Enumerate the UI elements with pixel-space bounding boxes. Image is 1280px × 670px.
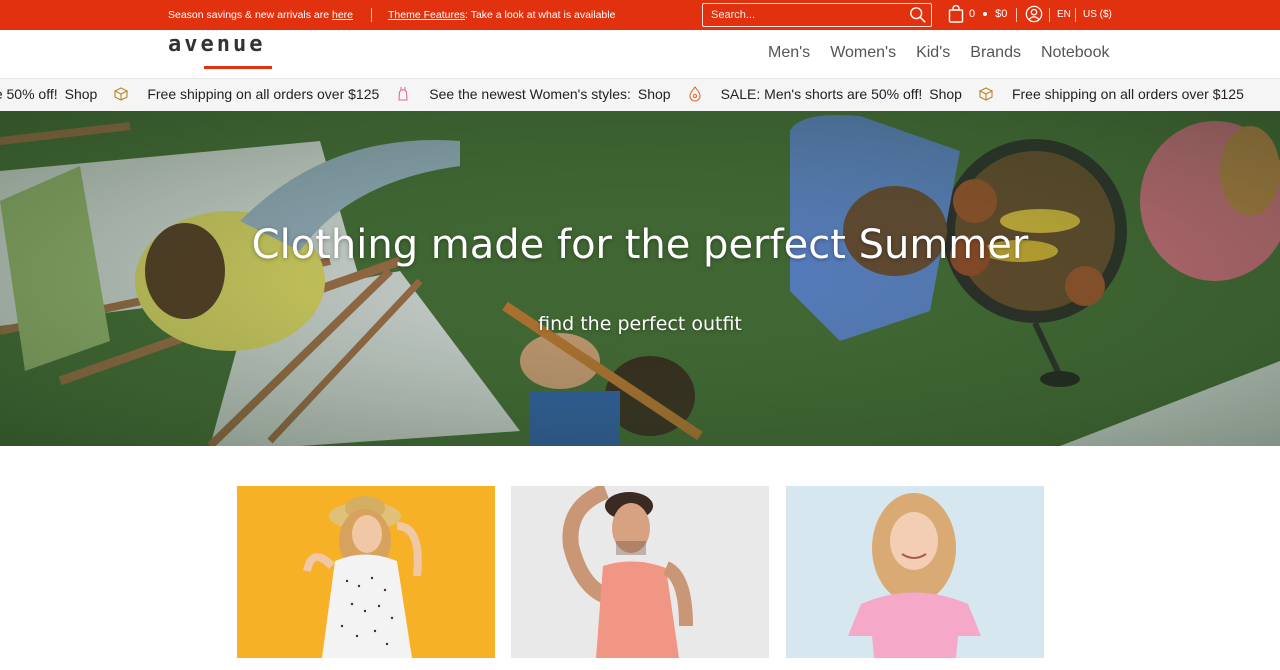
hero-banner[interactable]: Clothing made for the perfect Summer fin… [0, 111, 1280, 446]
tag-icon [689, 86, 701, 102]
cart-count: 0 [969, 8, 976, 20]
site-header: avenue Men's Women's Kid's Brands Notebo… [0, 30, 1280, 78]
ticker-text: SALE: Men's shorts are 50% off! [0, 86, 58, 102]
divider [371, 8, 372, 22]
search-input[interactable] [703, 4, 903, 26]
announcement-bar: Season savings & new arrivals are here T… [0, 0, 1280, 30]
ticker-shop-link[interactable]: Shop [929, 86, 962, 102]
nav-brands[interactable]: Brands [970, 44, 1021, 62]
dress-icon [398, 87, 408, 101]
box-icon [978, 87, 994, 101]
hero-background-illustration [0, 111, 1280, 446]
language-selector[interactable]: EN [1057, 9, 1071, 20]
womens-category-card[interactable] [237, 486, 495, 658]
girl-photo [786, 486, 1044, 658]
nav-mens[interactable]: Men's [768, 44, 810, 62]
ticker-text: Free shipping on all orders over $125 [1011, 86, 1244, 102]
ticker-text: Free shipping on all orders over $125 [147, 86, 380, 102]
kids-category-card[interactable] [786, 486, 1044, 658]
promo-savings-link[interactable]: here [332, 9, 353, 21]
promo-savings: Season savings & new arrivals are here [168, 9, 353, 21]
ticker-shop-link[interactable]: Shop [65, 86, 98, 102]
promo-theme-features: Theme Features: Take a look at what is a… [388, 9, 615, 21]
nav-womens[interactable]: Women's [830, 44, 896, 62]
ticker-shop-link[interactable]: Shop [638, 86, 671, 102]
man-photo [511, 486, 769, 658]
theme-features-text: : Take a look at what is available [465, 9, 616, 21]
ticker-item[interactable]: SALE: Men's shorts are 50% off! Shop [721, 86, 994, 102]
ticker-item[interactable]: Free shipping on all orders over $125 [1012, 86, 1244, 102]
logo-underline [204, 66, 272, 69]
ticker-item[interactable]: See the newest Women's styles: Shop [429, 86, 702, 102]
divider [1016, 8, 1017, 22]
site-logo[interactable]: avenue [168, 32, 265, 57]
main-nav: Men's Women's Kid's Brands Notebook [768, 44, 1129, 62]
mens-category-card[interactable] [511, 486, 769, 658]
promo-savings-text: Season savings & new arrivals are [168, 9, 332, 21]
promo-ticker: SALE: Men's shorts are 50% off! Shop Fre… [0, 78, 1280, 111]
ticker-item[interactable]: SALE: Men's shorts are 50% off! Shop [0, 86, 129, 102]
divider [1075, 8, 1076, 22]
ticker-text: SALE: Men's shorts are 50% off! [720, 86, 923, 102]
nav-kids[interactable]: Kid's [916, 44, 950, 62]
ticker-track: SALE: Men's shorts are 50% off! Shop Fre… [0, 86, 1262, 102]
shopping-bag-icon [948, 5, 964, 23]
search-form [702, 3, 932, 27]
cart-button[interactable]: 0 $0 [948, 5, 1007, 23]
divider [1049, 8, 1050, 22]
theme-features-link[interactable]: Theme Features [388, 9, 465, 21]
cart-dot [983, 12, 988, 16]
cart-total: $0 [995, 8, 1008, 20]
hero-subtitle: find the perfect outfit [538, 313, 742, 335]
search-icon[interactable] [909, 6, 927, 24]
currency-selector[interactable]: US ($) [1083, 9, 1112, 20]
nav-notebook[interactable]: Notebook [1041, 44, 1110, 62]
ticker-item[interactable]: Free shipping on all orders over $125 [147, 86, 411, 102]
ticker-text: See the newest Women's styles: [429, 86, 631, 102]
box-icon [114, 87, 129, 101]
account-icon[interactable] [1025, 5, 1043, 23]
woman-photo [237, 486, 495, 658]
hero-title: Clothing made for the perfect Summer [251, 222, 1029, 268]
